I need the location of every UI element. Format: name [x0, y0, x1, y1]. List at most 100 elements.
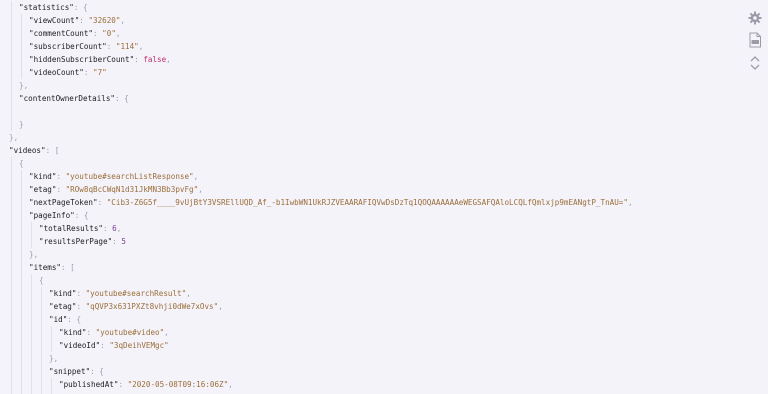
- settings-gear-icon[interactable]: [742, 9, 768, 27]
- json-value: "114": [115, 41, 139, 51]
- code-line: },: [9, 131, 18, 144]
- json-key: "commentCount": [29, 28, 94, 38]
- json-punctuation: ,: [138, 41, 144, 51]
- indent-guide: [11, 182, 12, 196]
- indent-guide: [11, 286, 12, 300]
- indent-guide: [11, 0, 12, 14]
- indent-guide: [11, 221, 12, 235]
- json-key: "kind": [49, 288, 77, 298]
- json-key: "resultsPerPage": [39, 236, 113, 246]
- json-value: "2020-05-08T09:16:06Z": [127, 379, 229, 389]
- indent-guide: [41, 299, 42, 313]
- json-punctuation: ,: [116, 223, 122, 233]
- indent-guide: [41, 286, 42, 300]
- json-punctuation: ,: [228, 379, 233, 389]
- indent-guide: [11, 195, 12, 209]
- code-line: }: [19, 118, 24, 131]
- code-line: "etag": "ROw8qBcCWqN1d31JkMN3Bb3pvFg",: [29, 183, 203, 196]
- indent-guide: [11, 169, 12, 183]
- code-line: "commentCount": "0",: [29, 27, 120, 40]
- json-value: "3qDeihVEMgc": [109, 340, 169, 350]
- indent-guide: [31, 338, 32, 352]
- json-key: "statistics": [19, 2, 74, 12]
- indent-guide: [11, 117, 12, 131]
- json-punctuation: }: [19, 119, 24, 129]
- json-punctuation: :: [118, 379, 128, 389]
- indent-guide: [41, 364, 42, 378]
- json-value: "7": [93, 67, 107, 77]
- indent-guide: [11, 377, 12, 391]
- json-key: "viewCount": [29, 15, 80, 25]
- indent-guide: [21, 273, 22, 287]
- code-line: "kind": "youtube#searchListResponse",: [29, 170, 198, 183]
- json-value: "Cib3-Z6G5f____9vUjBtY3VSREllUQD_Af_-b1I…: [106, 197, 628, 207]
- json-punctuation: : [: [45, 145, 60, 155]
- json-key: "kind": [29, 171, 57, 181]
- json-key: "nextPageToken": [29, 197, 98, 207]
- json-key: "videoId": [59, 340, 101, 350]
- code-line: "videos": [: [9, 144, 59, 157]
- indent-guide: [21, 234, 22, 248]
- indent-guide: [41, 325, 42, 339]
- indent-guide: [31, 286, 32, 300]
- indent-guide: [41, 338, 42, 352]
- json-value: "qQVP3x631PXZt8vhji0dWe7xOvs": [85, 301, 219, 311]
- indent-guide: [11, 260, 12, 274]
- json-viewer: "statistics": {"viewCount": "32620", "com…: [0, 0, 730, 394]
- code-line: "totalResults": 6,: [39, 222, 121, 235]
- json-punctuation: : {: [73, 2, 88, 12]
- code-line: },: [49, 352, 58, 365]
- code-line: "etag": "qQVP3x631PXZt8vhji0dWe7xOvs",: [49, 300, 223, 313]
- json-key: "id": [49, 314, 68, 324]
- indent-guide: [21, 13, 22, 27]
- indent-guide: [11, 273, 12, 287]
- indent-guide: [51, 325, 52, 339]
- json-punctuation: :: [100, 340, 110, 350]
- collapse-expand-icon[interactable]: [742, 54, 768, 72]
- indent-guide: [41, 312, 42, 326]
- indent-guide: [21, 39, 22, 53]
- json-value: "youtube#video": [95, 327, 165, 337]
- json-punctuation: ,: [164, 327, 169, 337]
- indent-guide: [21, 247, 22, 261]
- json-punctuation: ,: [166, 54, 171, 64]
- indent-guide: [21, 208, 22, 222]
- code-line: "videoId": "3qDeihVEMgc": [59, 339, 169, 352]
- code-line: "items": [: [29, 261, 75, 274]
- json-punctuation: : [: [61, 262, 75, 272]
- json-key: "contentOwnerDetails": [19, 93, 116, 103]
- indent-guide: [31, 299, 32, 313]
- code-line: "statistics": {: [19, 1, 88, 14]
- indent-guide: [21, 364, 22, 378]
- raw-view-icon[interactable]: [742, 31, 768, 49]
- indent-guide: [11, 156, 12, 170]
- indent-guide: [21, 52, 22, 66]
- json-punctuation: ,: [218, 301, 223, 311]
- json-key: "etag": [49, 301, 77, 311]
- indent-guide: [51, 377, 52, 391]
- indent-guide: [31, 312, 32, 326]
- indent-guide: [21, 325, 22, 339]
- indent-guide: [51, 390, 52, 394]
- indent-guide: [11, 104, 12, 118]
- indent-guide: [31, 234, 32, 248]
- json-punctuation: },: [49, 353, 59, 363]
- json-punctuation: :: [86, 327, 96, 337]
- indent-guide: [21, 221, 22, 235]
- indent-guide: [21, 182, 22, 196]
- json-key: "videos": [9, 145, 46, 155]
- code-line: "snippet": {: [49, 365, 104, 378]
- json-punctuation: : {: [67, 314, 82, 324]
- json-key: "publishedAt": [59, 379, 119, 389]
- code-line: "kind": "youtube#searchResult",: [49, 287, 191, 300]
- indent-guide: [21, 65, 22, 79]
- json-value: 5: [121, 236, 126, 246]
- code-line: {: [39, 274, 44, 287]
- json-key: "subscriberCount": [29, 41, 107, 51]
- indent-guide: [11, 91, 12, 105]
- indent-guide: [11, 39, 12, 53]
- indent-guide: [21, 377, 22, 391]
- json-punctuation: },: [19, 80, 29, 90]
- indent-guide: [41, 351, 42, 365]
- indent-guide: [51, 338, 52, 352]
